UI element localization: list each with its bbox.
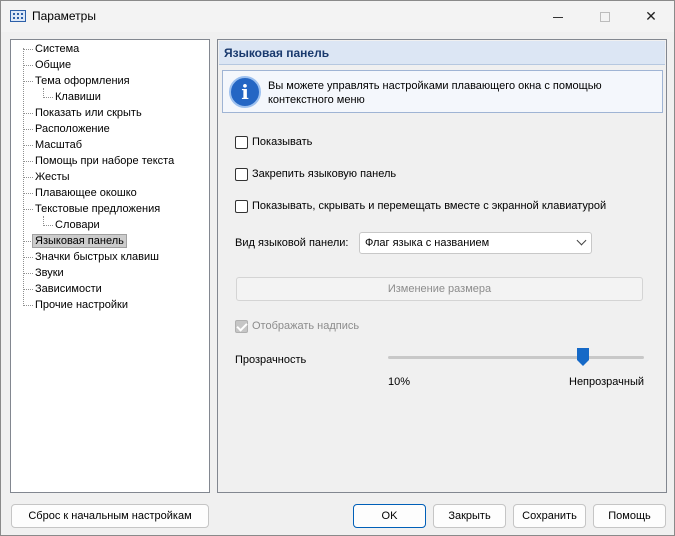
save-button[interactable]: Сохранить (513, 504, 586, 528)
pin-checkbox-row[interactable]: Закрепить языковую панель (235, 167, 396, 183)
tree-item-floating-window[interactable]: Плавающее окошко (23, 185, 137, 201)
tree-item-gestures[interactable]: Жесты (23, 169, 70, 185)
settings-window: Параметры ✕ Система Общие Тема оформлени… (0, 0, 675, 536)
close-window-button[interactable]: ✕ (628, 1, 674, 31)
title-bar[interactable]: Параметры ✕ (1, 1, 674, 32)
tree-item-text-suggestions[interactable]: Текстовые предложения (23, 201, 160, 217)
tree-item-system[interactable]: Система (23, 41, 79, 57)
tree-item-general[interactable]: Общие (23, 57, 71, 73)
tree-item-sounds[interactable]: Звуки (23, 265, 64, 281)
info-text: Вы можете управлять настройками плавающе… (268, 80, 602, 106)
tree-item-keys[interactable]: Клавиши (43, 89, 101, 105)
tree-item-other-settings[interactable]: Прочие настройки (23, 297, 128, 313)
show-caption-checkbox[interactable] (235, 319, 248, 333)
with-keyboard-checkbox-row[interactable]: Показывать, скрывать и перемещать вместе… (235, 199, 606, 215)
view-select-value: Флаг языка с названием (365, 237, 490, 249)
transparency-label: Прозрачность (235, 354, 307, 366)
tree-item-dependencies[interactable]: Зависимости (23, 281, 102, 297)
tree-item-show-hide[interactable]: Показать или скрыть (23, 105, 142, 121)
settings-tree[interactable]: Система Общие Тема оформления Клавиши По… (10, 39, 210, 493)
show-checkbox[interactable] (235, 135, 248, 149)
tree-item-typing-help[interactable]: Помощь при наборе текста (23, 153, 174, 169)
tree-item-language-bar[interactable]: Языковая панель (23, 233, 127, 249)
maximize-button[interactable] (582, 1, 628, 31)
window-title: Параметры (32, 9, 96, 23)
settings-panel: Языковая панель i Вы можете управлять на… (217, 39, 667, 493)
ok-button[interactable]: OK (353, 504, 426, 528)
reset-button[interactable]: Сброс к начальным настройкам (11, 504, 209, 528)
show-caption-checkbox-row[interactable]: Отображать надпись (235, 319, 359, 335)
transparency-min-label: 10% (388, 376, 411, 388)
close-button[interactable]: Закрыть (433, 504, 506, 528)
maximize-icon (600, 12, 610, 23)
info-icon: i (229, 76, 261, 108)
tree-item-hotkey-icons[interactable]: Значки быстрых клавиш (23, 249, 159, 265)
transparency-slider-track[interactable] (388, 356, 644, 359)
info-box: i Вы можете управлять настройками плаваю… (222, 70, 663, 113)
keyboard-icon (10, 10, 26, 22)
with-keyboard-checkbox[interactable] (235, 199, 248, 213)
transparency-slider-thumb[interactable] (576, 348, 589, 366)
pin-checkbox-label: Закрепить языковую панель (252, 168, 397, 180)
help-button[interactable]: Помощь (593, 504, 666, 528)
resize-button[interactable]: Изменение размера (236, 277, 643, 301)
panel-title: Языковая панель (224, 46, 330, 60)
tree-item-dictionaries[interactable]: Словари (43, 217, 100, 233)
panel-header: Языковая панель (219, 41, 665, 65)
chevron-down-icon (576, 235, 587, 246)
show-checkbox-label: Показывать (252, 136, 313, 148)
tree-item-theme[interactable]: Тема оформления (23, 73, 130, 89)
close-icon: ✕ (645, 8, 657, 24)
tree-item-position[interactable]: Расположение (23, 121, 110, 137)
pin-checkbox[interactable] (235, 167, 248, 181)
minimize-button[interactable] (535, 1, 581, 31)
transparency-max-label: Непрозрачный (569, 376, 645, 388)
with-keyboard-checkbox-label: Показывать, скрывать и перемещать вместе… (252, 200, 607, 212)
show-checkbox-row[interactable]: Показывать (235, 135, 312, 151)
show-caption-checkbox-label: Отображать надпись (252, 320, 360, 332)
view-label: Вид языковой панели: (235, 237, 349, 249)
view-select[interactable]: Флаг языка с названием (359, 232, 592, 254)
tree-item-scale[interactable]: Масштаб (23, 137, 82, 153)
minimize-icon (553, 16, 563, 18)
